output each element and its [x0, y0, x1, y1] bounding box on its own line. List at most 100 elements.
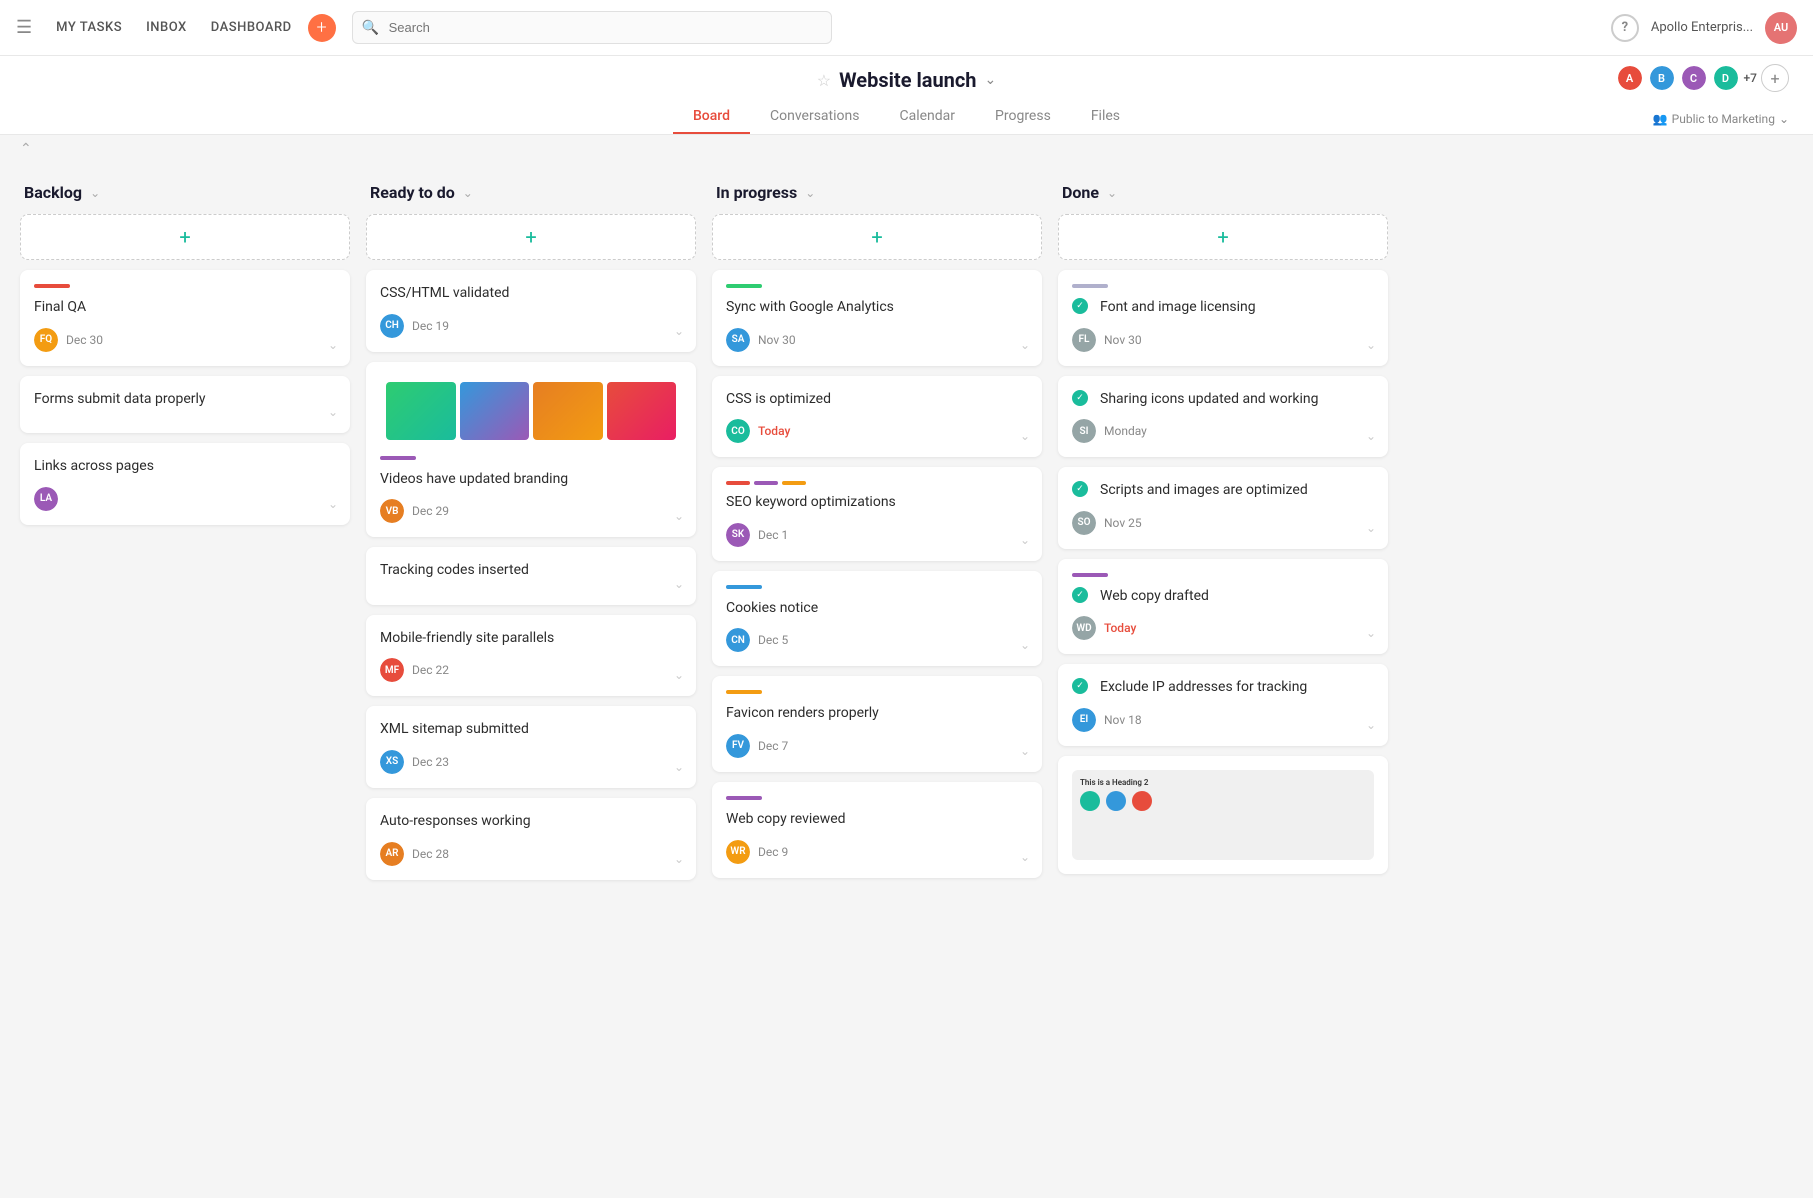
card-title: Links across pages [34, 457, 336, 477]
member-avatar-2[interactable]: B [1648, 64, 1676, 92]
card-expand-icon[interactable]: ⌄ [1020, 338, 1030, 352]
card-expand-icon[interactable]: ⌄ [1020, 638, 1030, 652]
card-auto-responses[interactable]: Auto-responses working AR Dec 28 ⌄ [366, 798, 696, 880]
card-web-copy-reviewed[interactable]: Web copy reviewed WR Dec 9 ⌄ [712, 782, 1042, 878]
card-thumbnail[interactable]: This is a Heading 2 [1058, 756, 1388, 874]
add-card-backlog[interactable]: + [20, 214, 350, 260]
column-chevron-backlog[interactable]: ⌄ [90, 186, 100, 200]
project-header: A B C D +7 + ☆ Website launch ⌄ Board Co… [0, 56, 1813, 135]
nav-right: ? Apollo Enterpris... AU [1611, 12, 1797, 44]
collapse-icon[interactable]: ⌃ [20, 141, 32, 157]
tab-calendar[interactable]: Calendar [879, 100, 975, 134]
tab-progress[interactable]: Progress [975, 100, 1071, 134]
search-icon: 🔍 [362, 20, 379, 36]
bar-seg-orange [782, 481, 806, 485]
card-final-qa[interactable]: Final QA FQ Dec 30 ⌄ [20, 270, 350, 366]
card-expand-icon[interactable]: ⌄ [1366, 521, 1376, 535]
card-expand-icon[interactable]: ⌄ [674, 760, 684, 774]
thumb-avatars [1080, 791, 1366, 811]
thumb-avatar-3 [1132, 791, 1152, 811]
card-title: Mobile-friendly site parallels [380, 629, 682, 649]
card-avatar: WR [726, 840, 750, 864]
project-title-chevron[interactable]: ⌄ [985, 72, 997, 88]
card-css-optimized[interactable]: CSS is optimized CO Today ⌄ [712, 376, 1042, 458]
card-date: Nov 25 [1104, 516, 1142, 530]
privacy-setting[interactable]: 👥 Public to Marketing ⌄ [1653, 112, 1789, 126]
nav-inbox[interactable]: INBOX [146, 20, 187, 35]
add-task-button[interactable]: + [308, 14, 336, 42]
card-css-html[interactable]: CSS/HTML validated CH Dec 19 ⌄ [366, 270, 696, 352]
card-expand-icon[interactable]: ⌄ [1366, 429, 1376, 443]
menu-icon[interactable]: ☰ [16, 17, 32, 38]
card-mobile-friendly[interactable]: Mobile-friendly site parallels MF Dec 22… [366, 615, 696, 697]
search-input[interactable] [352, 11, 832, 44]
card-expand-icon[interactable]: ⌄ [674, 668, 684, 682]
card-expand-icon[interactable]: ⌄ [1020, 533, 1030, 547]
column-header-backlog: Backlog ⌄ [20, 183, 350, 202]
check-icon: ✓ [1072, 481, 1088, 497]
card-title: Exclude IP addresses for tracking [1100, 678, 1307, 698]
card-expand-icon[interactable]: ⌄ [674, 577, 684, 591]
column-chevron-ready[interactable]: ⌄ [463, 186, 473, 200]
card-exclude-ip[interactable]: ✓ Exclude IP addresses for tracking EI N… [1058, 664, 1388, 746]
card-expand-icon[interactable]: ⌄ [674, 324, 684, 338]
card-sharing-icons[interactable]: ✓ Sharing icons updated and working SI M… [1058, 376, 1388, 458]
add-member-button[interactable]: + [1761, 64, 1789, 92]
card-footer: SI Monday [1072, 419, 1374, 443]
tab-conversations[interactable]: Conversations [750, 100, 879, 134]
card-cookies-notice[interactable]: Cookies notice CN Dec 5 ⌄ [712, 571, 1042, 667]
column-chevron-inprogress[interactable]: ⌄ [805, 186, 815, 200]
card-expand-icon[interactable]: ⌄ [674, 509, 684, 523]
card-title: SEO keyword optimizations [726, 493, 1028, 513]
add-card-ready[interactable]: + [366, 214, 696, 260]
card-avatar: EI [1072, 708, 1096, 732]
star-icon[interactable]: ☆ [817, 71, 831, 90]
card-expand-icon[interactable]: ⌄ [1020, 850, 1030, 864]
nav-dashboard[interactable]: DASHBOARD [211, 20, 292, 35]
card-date: Dec 23 [412, 755, 449, 769]
card-links-pages[interactable]: Links across pages LA ⌄ [20, 443, 350, 525]
card-web-copy-drafted[interactable]: ✓ Web copy drafted WD Today ⌄ [1058, 559, 1388, 655]
gradient-preview [380, 376, 682, 446]
card-videos-branding[interactable]: Videos have updated branding VB Dec 29 ⌄ [366, 362, 696, 538]
card-expand-icon[interactable]: ⌄ [328, 338, 338, 352]
nav-my-tasks[interactable]: MY TASKS [56, 20, 122, 35]
card-date: Dec 1 [758, 528, 788, 542]
add-card-inprogress[interactable]: + [712, 214, 1042, 260]
card-seo-keyword[interactable]: SEO keyword optimizations SK Dec 1 ⌄ [712, 467, 1042, 561]
column-chevron-done[interactable]: ⌄ [1107, 186, 1117, 200]
card-expand-icon[interactable]: ⌄ [674, 852, 684, 866]
card-title: Font and image licensing [1100, 298, 1256, 318]
member-avatar-1[interactable]: A [1616, 64, 1644, 92]
card-font-licensing[interactable]: ✓ Font and image licensing FL Nov 30 ⌄ [1058, 270, 1388, 366]
card-expand-icon[interactable]: ⌄ [1366, 626, 1376, 640]
card-expand-icon[interactable]: ⌄ [1020, 744, 1030, 758]
help-button[interactable]: ? [1611, 14, 1639, 42]
card-avatar: CO [726, 419, 750, 443]
card-sync-analytics[interactable]: Sync with Google Analytics SA Nov 30 ⌄ [712, 270, 1042, 366]
card-date: Monday [1104, 424, 1147, 438]
card-expand-icon[interactable]: ⌄ [328, 497, 338, 511]
card-footer: CH Dec 19 [380, 314, 682, 338]
card-scripts-images[interactable]: ✓ Scripts and images are optimized SO No… [1058, 467, 1388, 549]
tab-board[interactable]: Board [673, 100, 750, 134]
card-expand-icon[interactable]: ⌄ [1366, 718, 1376, 732]
add-card-done[interactable]: + [1058, 214, 1388, 260]
card-forms-submit[interactable]: Forms submit data properly ⌄ [20, 376, 350, 434]
card-color-bar [726, 690, 762, 694]
tab-files[interactable]: Files [1071, 100, 1140, 134]
card-title: Favicon renders properly [726, 704, 1028, 724]
card-favicon[interactable]: Favicon renders properly FV Dec 7 ⌄ [712, 676, 1042, 772]
privacy-label: Public to Marketing [1672, 112, 1775, 126]
swatch-4 [607, 382, 677, 440]
card-expand-icon[interactable]: ⌄ [328, 405, 338, 419]
card-expand-icon[interactable]: ⌄ [1020, 429, 1030, 443]
member-avatar-3[interactable]: C [1680, 64, 1708, 92]
card-xml-sitemap[interactable]: XML sitemap submitted XS Dec 23 ⌄ [366, 706, 696, 788]
card-expand-icon[interactable]: ⌄ [1366, 338, 1376, 352]
card-tracking-codes[interactable]: Tracking codes inserted ⌄ [366, 547, 696, 605]
member-avatar-4[interactable]: D [1712, 64, 1740, 92]
card-avatar: VB [380, 499, 404, 523]
card-date: Dec 29 [412, 504, 449, 518]
user-avatar[interactable]: AU [1765, 12, 1797, 44]
